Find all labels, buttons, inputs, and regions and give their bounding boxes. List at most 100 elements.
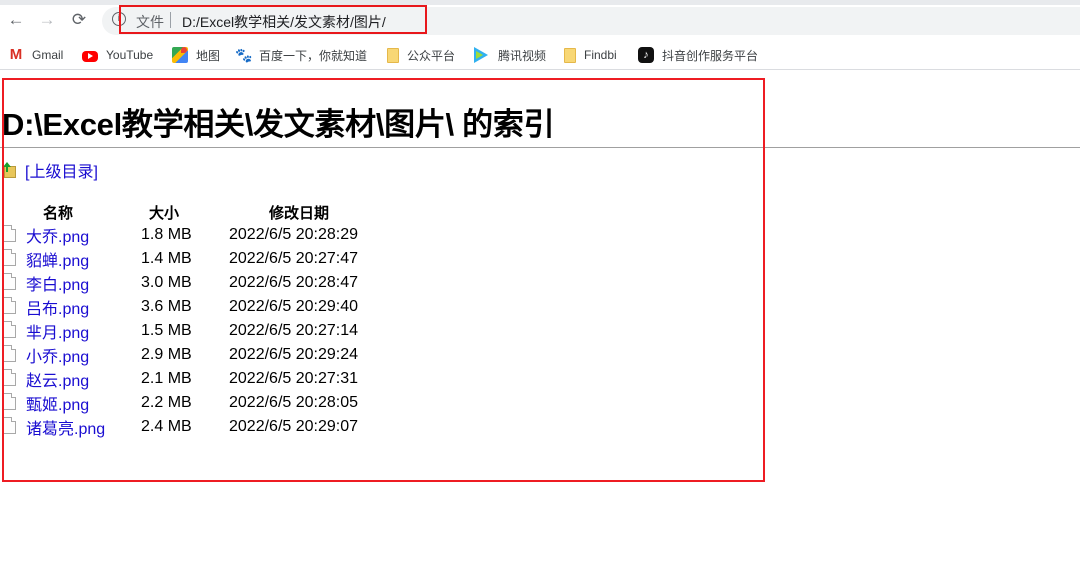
bookmark-label: 百度一下，你就知道 [259, 48, 368, 63]
table-row: 大乔.png 1.8 MB 2022/6/5 20:28:29 [2, 223, 384, 247]
file-icon [2, 272, 16, 290]
column-header-size[interactable]: 大小 [114, 201, 214, 223]
file-link[interactable]: 大乔.png [26, 223, 89, 247]
table-row: 诸葛亮.png 2.4 MB 2022/6/5 20:29:07 [2, 415, 384, 439]
file-name-cell: 甄姬.png [2, 391, 114, 415]
scheme-label: 文件 [136, 14, 164, 30]
file-link[interactable]: 小乔.png [26, 343, 89, 367]
file-icon [2, 344, 16, 362]
file-icon [2, 416, 16, 434]
parent-directory-label[interactable]: [上级目录] [25, 158, 98, 182]
file-date: 2022/6/5 20:29:07 [229, 418, 359, 435]
file-name-cell: 小乔.png [2, 343, 114, 367]
folder-icon [387, 47, 399, 63]
file-date: 2022/6/5 20:28:29 [229, 226, 359, 243]
tab-strip [0, 0, 1080, 5]
file-name-cell: 李白.png [2, 271, 114, 295]
bookmark-label: YouTube [106, 48, 154, 62]
file-table: 名称 大小 修改日期 大乔.png 1.8 MB 2022/6/5 20:28:… [2, 201, 384, 439]
file-date: 2022/6/5 20:29:40 [229, 298, 359, 315]
back-button[interactable]: ← [6, 10, 26, 30]
url-text[interactable]: D:/Excel教学相关/发文素材/图片/ [182, 12, 386, 32]
baidu-icon: 🐾 [235, 47, 253, 63]
bookmark-maps[interactable]: 地图 [172, 45, 220, 65]
browser-toolbar: ← → ⟳ i 文件 D:/Excel教学相关/发文素材/图片/ [0, 0, 1080, 40]
table-row: 甄姬.png 2.2 MB 2022/6/5 20:28:05 [2, 391, 384, 415]
arrow-left-icon: ← [7, 10, 25, 29]
bookmark-label: Findbi [584, 48, 617, 62]
folder-up-icon [2, 162, 18, 178]
file-size: 2.2 MB [141, 394, 192, 411]
file-icon [2, 368, 16, 386]
file-date: 2022/6/5 20:27:14 [229, 322, 359, 339]
bookmark-label: 地图 [196, 48, 221, 63]
file-date: 2022/6/5 20:28:47 [229, 274, 359, 291]
file-icon [2, 296, 16, 314]
file-name-cell: 大乔.png [2, 223, 114, 247]
table-row: 小乔.png 2.9 MB 2022/6/5 20:29:24 [2, 343, 384, 367]
file-size: 3.6 MB [141, 298, 192, 315]
bookmark-label: 腾讯视频 [498, 48, 547, 63]
file-link[interactable]: 芈月.png [26, 319, 89, 343]
file-date: 2022/6/5 20:29:24 [229, 346, 359, 363]
bookmarks-bar: M Gmail YouTube 地图 🐾 百度一下，你就知道 公众平台 腾讯视频… [0, 40, 1080, 70]
youtube-icon [82, 50, 98, 62]
info-icon[interactable]: i [112, 12, 126, 26]
file-icon [2, 248, 16, 266]
folder-icon [564, 47, 576, 63]
file-link[interactable]: 吕布.png [26, 295, 89, 319]
file-link[interactable]: 诸葛亮.png [26, 415, 105, 439]
omnibox-divider [170, 12, 171, 28]
table-row: 貂蝉.png 1.4 MB 2022/6/5 20:27:47 [2, 247, 384, 271]
gmail-icon: M [9, 46, 23, 63]
file-name-cell: 芈月.png [2, 319, 114, 343]
file-link[interactable]: 甄姬.png [26, 391, 89, 415]
bookmark-baidu[interactable]: 🐾 百度一下，你就知道 [235, 45, 367, 65]
bookmark-tencent-video[interactable]: 腾讯视频 [474, 45, 546, 65]
file-date: 2022/6/5 20:28:05 [229, 394, 359, 411]
table-row: 李白.png 3.0 MB 2022/6/5 20:28:47 [2, 271, 384, 295]
column-header-name[interactable]: 名称 [2, 201, 114, 223]
file-name-cell: 貂蝉.png [2, 247, 114, 271]
file-date: 2022/6/5 20:27:31 [229, 370, 359, 387]
title-divider [0, 147, 1080, 148]
file-size: 3.0 MB [141, 274, 192, 291]
page-title: D:\Excel教学相关\发文素材\图片\ 的索引 [2, 107, 555, 142]
arrow-right-icon: → [38, 10, 56, 29]
file-size: 1.4 MB [141, 250, 192, 267]
file-name-cell: 诸葛亮.png [2, 415, 114, 439]
bookmark-label: 公众平台 [407, 48, 456, 63]
file-size: 2.1 MB [141, 370, 192, 387]
bookmark-youtube[interactable]: YouTube [82, 45, 153, 65]
bookmark-label: Gmail [32, 48, 64, 62]
file-icon [2, 392, 16, 410]
maps-icon [172, 47, 188, 63]
reload-icon: ⟳ [71, 10, 87, 29]
tiktok-icon: ♪ [638, 47, 654, 63]
column-header-date[interactable]: 修改日期 [214, 201, 384, 223]
reload-button[interactable]: ⟳ [69, 10, 89, 30]
bookmark-label: 抖音创作服务平台 [662, 48, 759, 63]
table-header-row: 名称 大小 修改日期 [2, 201, 384, 223]
file-icon [2, 224, 16, 242]
forward-button[interactable]: → [37, 10, 57, 30]
file-link[interactable]: 李白.png [26, 271, 89, 295]
bookmark-gmail[interactable]: M Gmail [8, 45, 64, 65]
file-link[interactable]: 赵云.png [26, 367, 89, 391]
file-name-cell: 吕布.png [2, 295, 114, 319]
parent-directory-link[interactable]: [上级目录] [2, 158, 98, 182]
file-name-cell: 赵云.png [2, 367, 114, 391]
bookmark-douyin[interactable]: ♪ 抖音创作服务平台 [638, 45, 758, 65]
tencent-video-icon [474, 47, 488, 63]
file-link[interactable]: 貂蝉.png [26, 247, 89, 271]
bookmark-folder-gongzhong[interactable]: 公众平台 [387, 45, 455, 65]
table-row: 赵云.png 2.1 MB 2022/6/5 20:27:31 [2, 367, 384, 391]
file-size: 2.9 MB [141, 346, 192, 363]
table-row: 芈月.png 1.5 MB 2022/6/5 20:27:14 [2, 319, 384, 343]
page-content: D:\Excel教学相关\发文素材\图片\ 的索引 [上级目录] 名称 大小 修… [0, 71, 1080, 562]
bookmark-folder-findbi[interactable]: Findbi [564, 45, 617, 65]
file-size: 2.4 MB [141, 418, 192, 435]
table-row: 吕布.png 3.6 MB 2022/6/5 20:29:40 [2, 295, 384, 319]
file-size: 1.5 MB [141, 322, 192, 339]
file-icon [2, 320, 16, 338]
